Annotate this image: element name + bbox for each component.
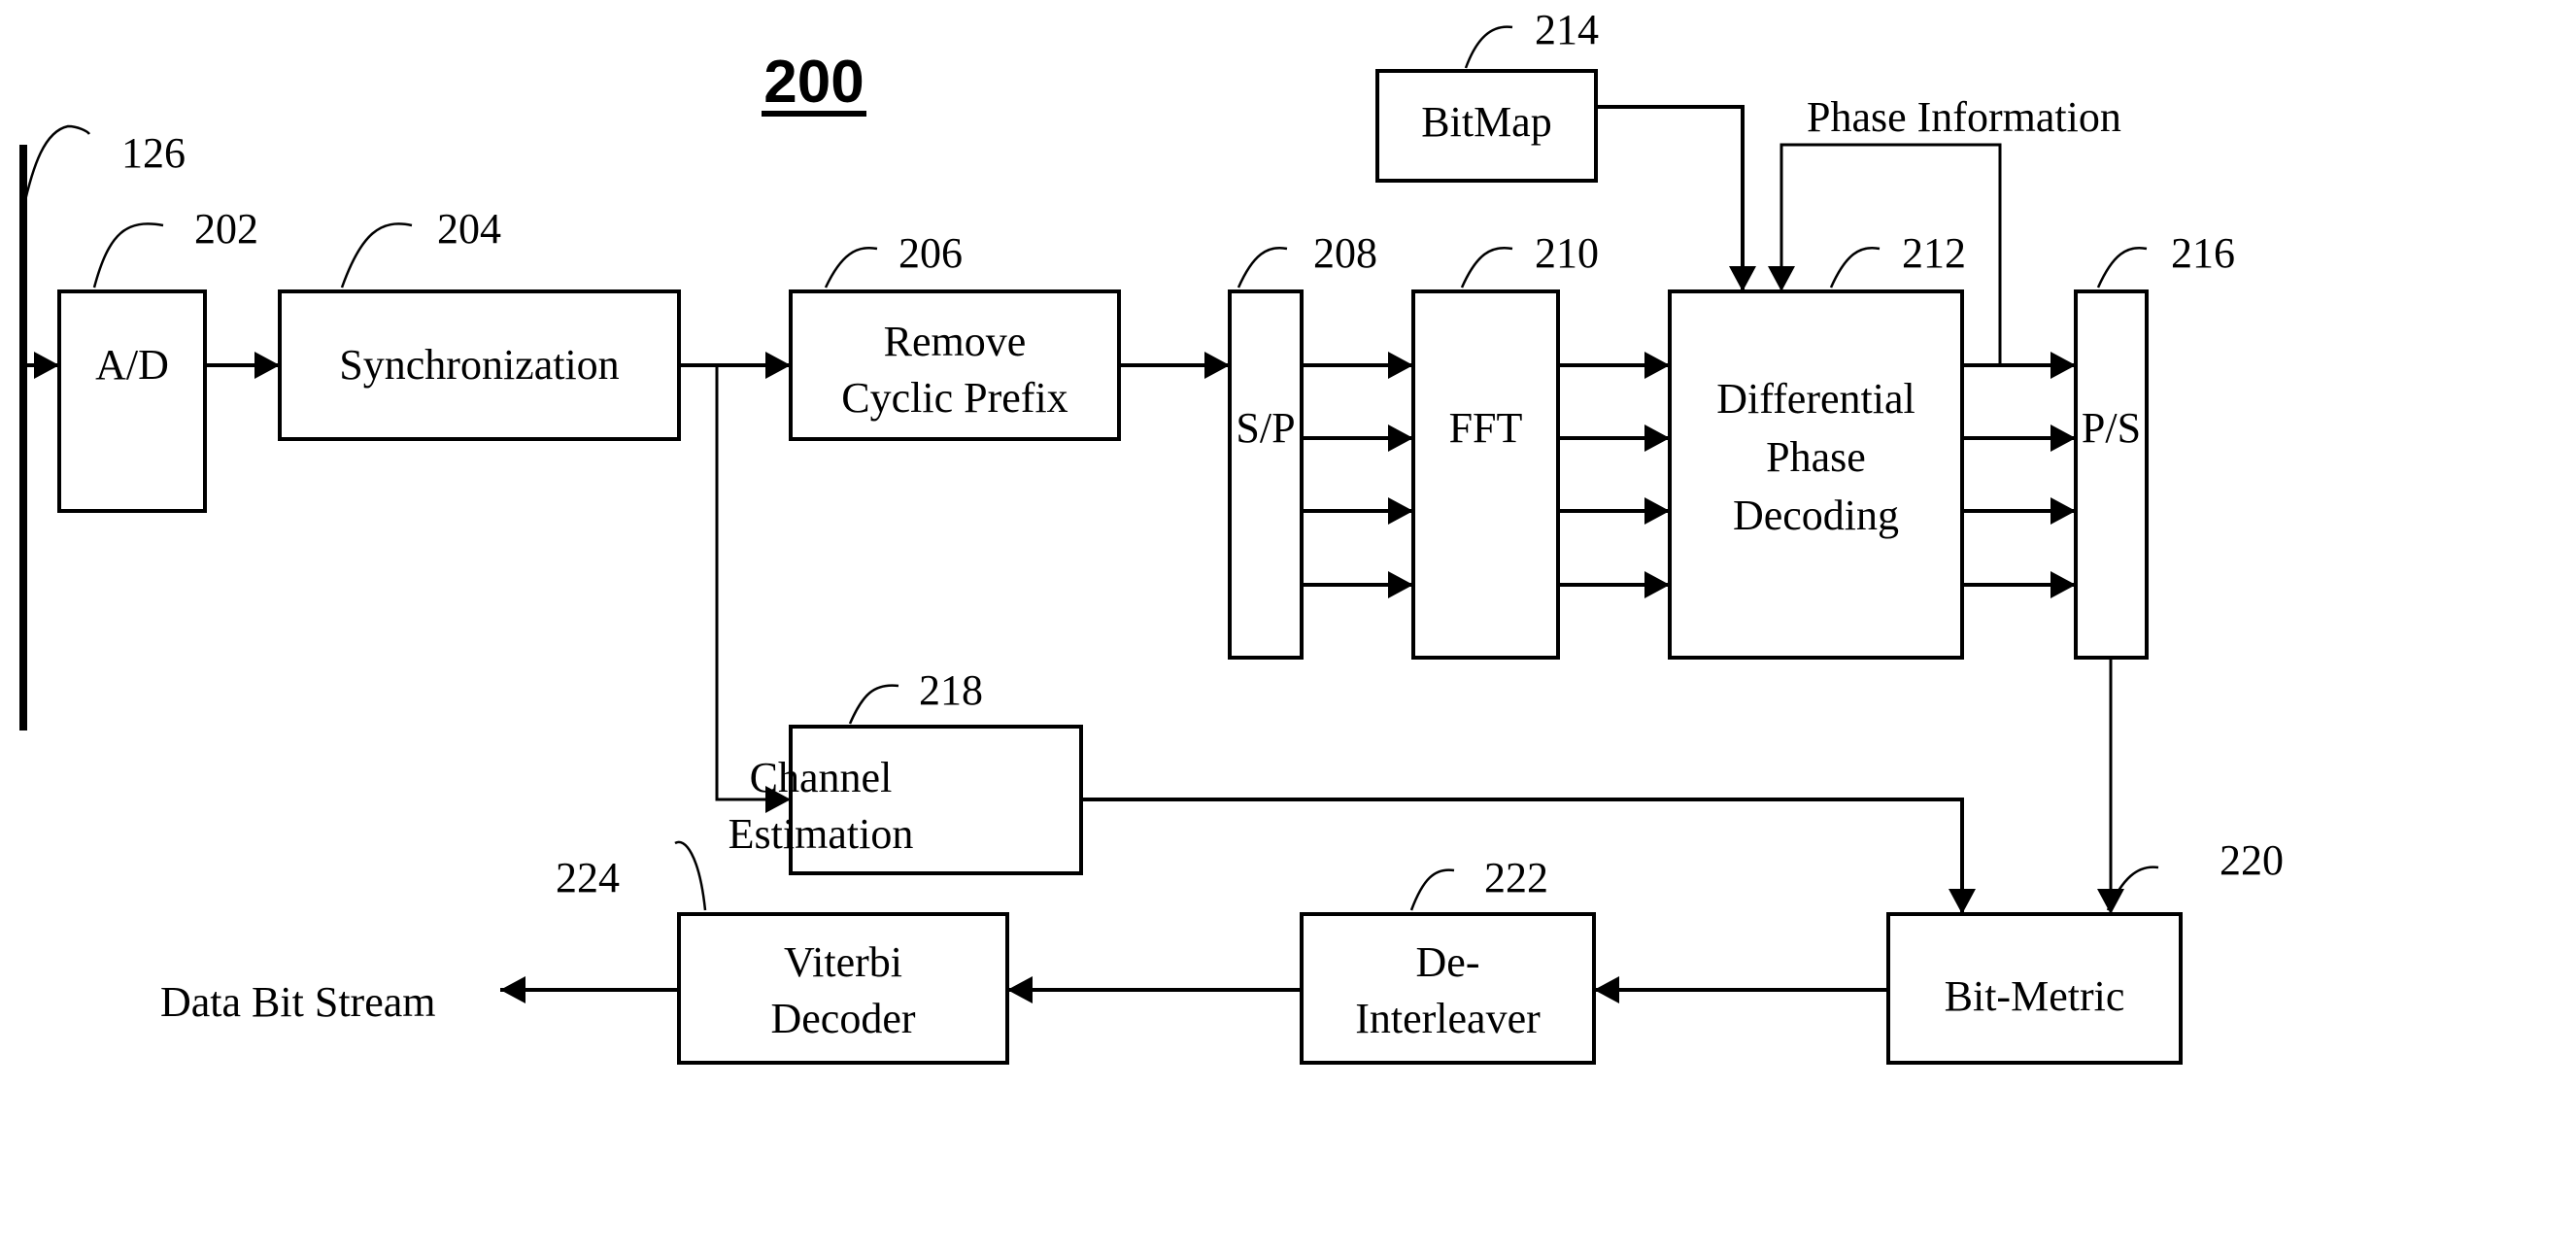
arrowhead <box>1729 266 1756 291</box>
rcp-label: Cyclic Prefix <box>841 374 1068 422</box>
arrowhead <box>1007 976 1033 1003</box>
fft-ref-number: 210 <box>1535 229 1599 277</box>
dpd-label: Decoding <box>1733 492 1899 539</box>
sp-ref-leader <box>1237 246 1288 289</box>
chest-ref-number: 218 <box>919 666 983 714</box>
ps-block <box>2074 289 2149 660</box>
rcp-ref-number: 206 <box>898 229 963 277</box>
sp-ref-number: 208 <box>1313 229 1377 277</box>
arrowhead <box>1644 497 1670 525</box>
dpd-ref-leader <box>1829 246 1881 289</box>
wire-sync-to-channel-estimation <box>715 365 791 801</box>
ps-ref-leader <box>2096 246 2148 289</box>
deint-ref-leader <box>1409 868 1455 911</box>
bitmap-ref-number: 214 <box>1535 6 1599 53</box>
ad-block <box>57 289 207 513</box>
ad-label: A/D <box>95 341 169 389</box>
arrowhead <box>34 352 59 379</box>
arrowhead <box>765 352 791 379</box>
phase-information-label: Phase Information <box>1807 93 2121 141</box>
chest-label: Estimation <box>729 810 914 858</box>
arrowhead <box>2051 571 2076 598</box>
antenna-leader <box>21 124 91 210</box>
arrowhead <box>2097 889 2124 914</box>
arrowhead <box>1644 571 1670 598</box>
arrowhead <box>1594 976 1619 1003</box>
arrowhead <box>1949 889 1976 914</box>
chest-label: Channel <box>750 754 893 801</box>
bitmap-ref-leader <box>1464 25 1513 69</box>
bm-ref-number: 220 <box>2220 836 2284 884</box>
antenna-ref: 126 <box>121 129 186 177</box>
vit-label: Decoder <box>770 995 915 1042</box>
dpd-label: Phase <box>1766 433 1866 481</box>
bitmap-label: BitMap <box>1421 98 1551 146</box>
sp-block <box>1228 289 1304 660</box>
sync-ref-number: 204 <box>437 205 501 253</box>
bm-label: Bit-Metric <box>1945 972 2125 1020</box>
ad-ref-leader <box>92 222 164 289</box>
deint-label: Interleaver <box>1355 995 1541 1042</box>
ps-ref-number: 216 <box>2171 229 2235 277</box>
deint-ref-number: 222 <box>1484 854 1548 901</box>
receiver-block-diagram: 200 126 A/D 202 Synchronization 204 Remove Cy… <box>19 6 2284 1065</box>
arrowhead <box>2051 352 2076 379</box>
wire-bitmap-to-dpd <box>1596 105 1745 291</box>
ad-ref-number: 202 <box>194 205 258 253</box>
data-bit-stream-label: Data Bit Stream <box>160 978 436 1026</box>
arrowhead <box>1388 497 1413 525</box>
sync-ref-leader <box>340 222 413 289</box>
rcp-label: Remove <box>884 318 1027 365</box>
arrowhead <box>1388 352 1413 379</box>
arrowhead <box>1644 425 1670 452</box>
arrowhead <box>254 352 280 379</box>
rcp-ref-leader <box>824 246 878 289</box>
deint-label: De- <box>1416 938 1480 986</box>
ps-label: P/S <box>2082 404 2141 452</box>
arrowhead <box>1768 266 1795 291</box>
arrowhead <box>2051 497 2076 525</box>
vit-ref-number: 224 <box>556 854 620 901</box>
dpd-label: Differential <box>1716 375 1915 423</box>
fft-ref-leader <box>1460 246 1513 289</box>
vit-label: Viterbi <box>784 938 902 986</box>
figure-number: 200 <box>763 49 864 116</box>
dpd-ref-number: 212 <box>1902 229 1966 277</box>
vit-ref-leader <box>674 840 707 911</box>
arrowhead <box>1388 425 1413 452</box>
sync-label: Synchronization <box>339 341 619 389</box>
arrowhead <box>2051 425 2076 452</box>
arrowhead <box>1204 352 1230 379</box>
fft-label: FFT <box>1449 404 1523 452</box>
fft-block <box>1411 289 1560 660</box>
arrowhead <box>500 976 525 1003</box>
sp-label: S/P <box>1236 404 1295 452</box>
arrowhead <box>1644 352 1670 379</box>
arrowhead <box>1388 571 1413 598</box>
chest-ref-leader <box>848 684 899 725</box>
